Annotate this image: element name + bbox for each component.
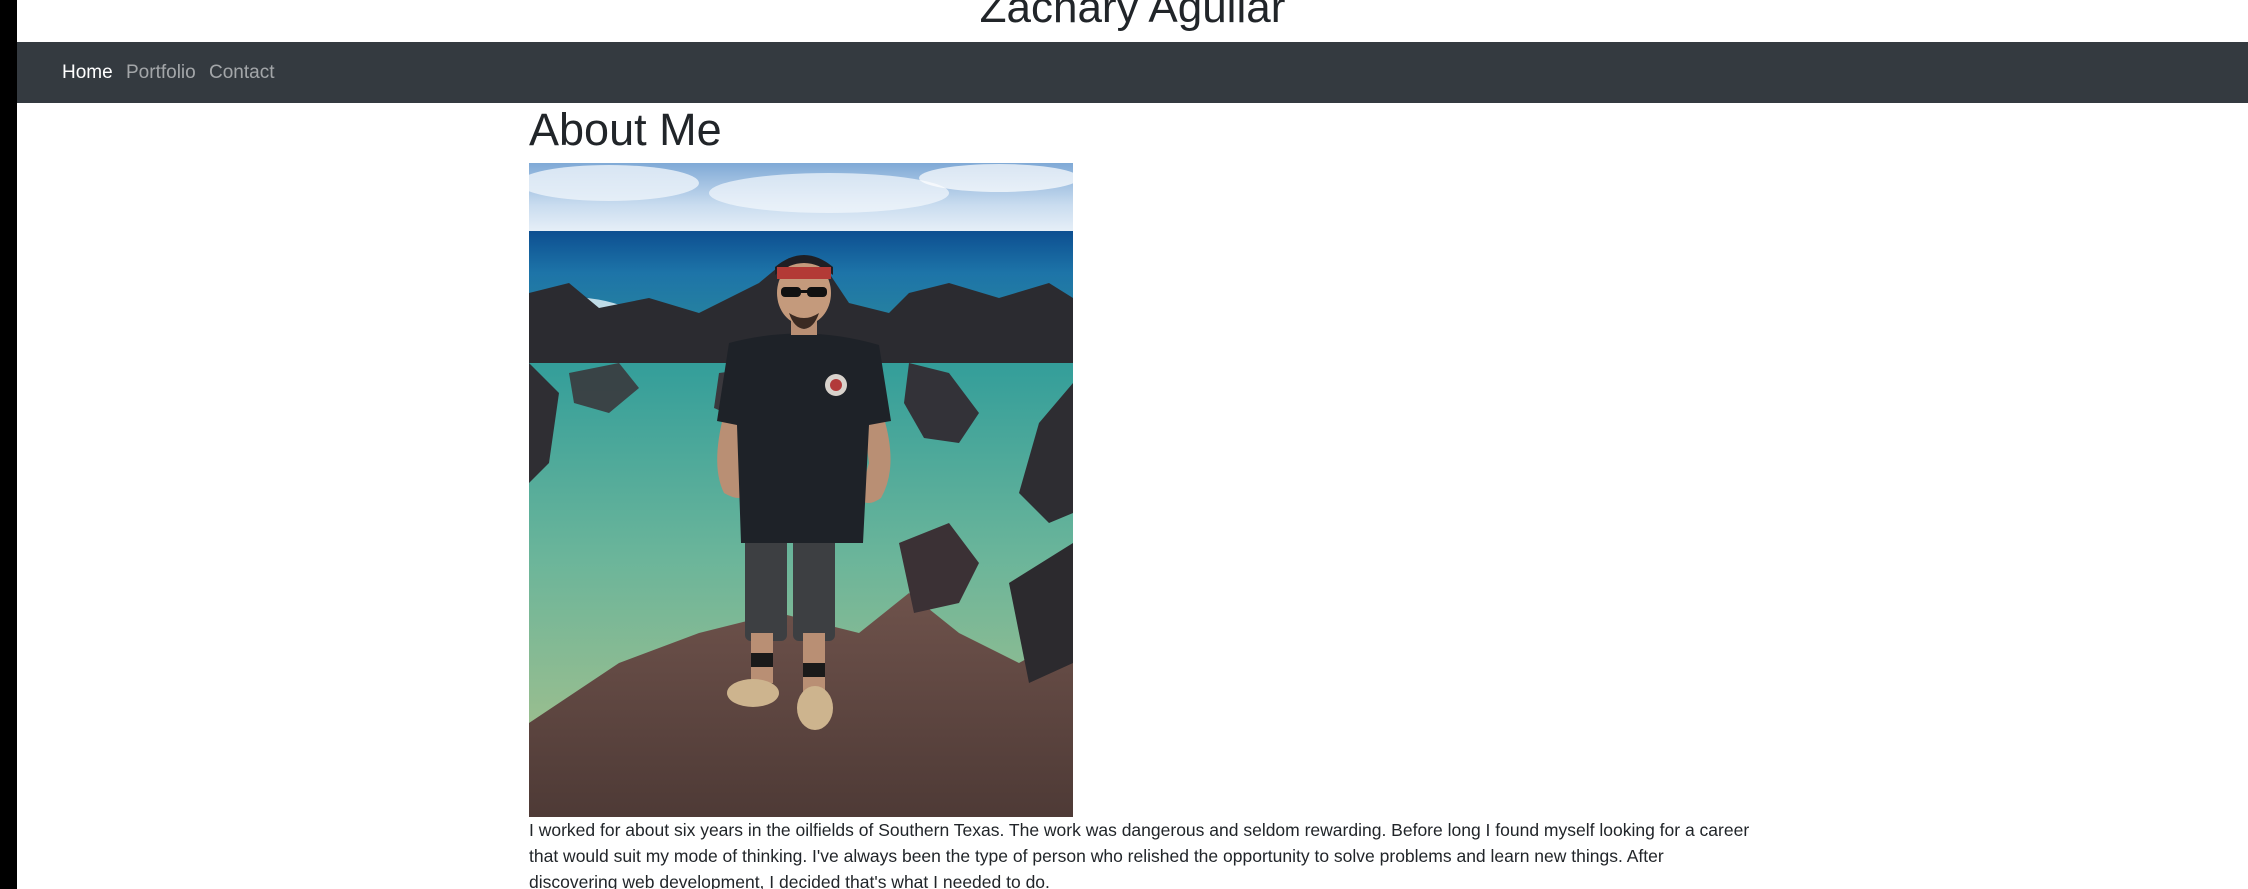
window-left-edge [0, 0, 17, 889]
nav-link-contact[interactable]: Contact [209, 42, 274, 103]
nav-link-home[interactable]: Home [62, 42, 113, 103]
profile-photo [529, 163, 1073, 817]
about-heading: About Me [529, 104, 722, 155]
page: Zachary Aguilar Home Portfolio Contact A… [17, 0, 2248, 889]
bio-paragraph: I worked for about six years in the oilf… [529, 820, 1750, 889]
site-title: Zachary Aguilar [979, 0, 1286, 32]
navbar: Home Portfolio Contact [17, 42, 2248, 103]
nav-link-portfolio[interactable]: Portfolio [126, 42, 196, 103]
